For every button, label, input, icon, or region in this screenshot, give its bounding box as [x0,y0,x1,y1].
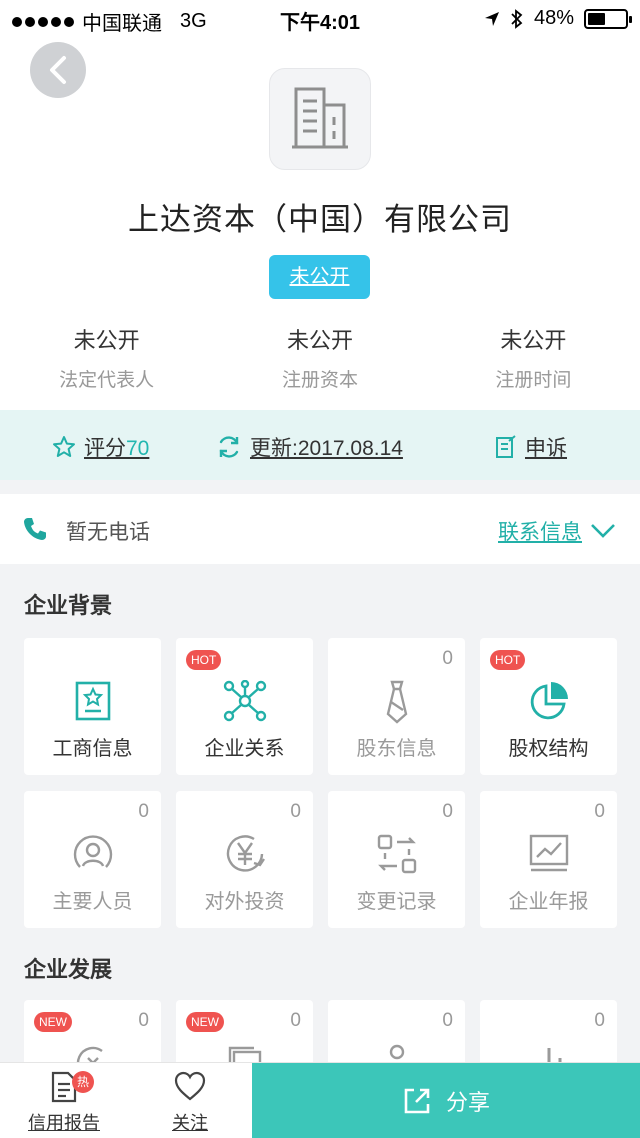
background-grid: 工商信息 HOT 企业关系 0 股东信息 HOT 股权结构 0 主要人员 0 对… [24,638,618,928]
tile-count: 0 [138,801,149,822]
tile-enterprise-relations[interactable]: HOT 企业关系 [176,638,313,775]
stat-label: 注册资本 [281,370,358,391]
tile-label: 工商信息 [52,738,133,760]
follow-button[interactable]: 关注 [150,1071,230,1135]
location-arrow-icon [484,11,499,26]
appeal-label: 申诉 [525,437,567,460]
back-button[interactable] [30,42,86,98]
score-value: 70 [126,437,150,460]
share-icon [404,1088,430,1114]
company-header: 上达资本（中国）有限公司 未公开 未公开 法定代表人 未公开 注册资本 未公开 … [0,36,640,410]
tile-label: 企业关系 [204,738,285,760]
heart-icon [174,1071,206,1101]
chevron-down-icon [591,524,615,538]
tile-count: 0 [594,801,605,822]
stat-value: 未公开 [286,328,353,353]
tile-shareholder-info[interactable]: 0 股东信息 [328,638,465,775]
stat-reg-time: 未公开 注册时间 [427,323,640,392]
edit-note-icon [496,435,516,458]
tile-key-personnel[interactable]: 0 主要人员 [24,791,161,928]
bluetooth-icon [511,8,523,29]
tile-label: 企业年报 [508,891,589,913]
stat-reg-capital: 未公开 注册资本 [213,323,426,392]
credit-report-button[interactable]: 热 信用报告 [20,1071,108,1135]
hot-badge: HOT [186,650,222,670]
tile-label: 主要人员 [52,891,133,913]
tile-change-records[interactable]: 0 变更记录 [328,791,465,928]
tile-count: 0 [290,1010,301,1031]
tile-label: 股东信息 [356,738,437,760]
section-title-background: 企业背景 [24,593,113,618]
new-badge: NEW [34,1012,72,1032]
status-tag[interactable]: 未公开 [269,255,370,299]
tile-label: 股权结构 [508,738,589,760]
tile-count: 0 [138,1010,149,1031]
hot-badge: HOT [490,650,526,670]
swap-icon [377,834,416,874]
battery-percent: 48% [533,7,574,29]
tile-count: 0 [594,1010,605,1031]
credit-report-label: 信用报告 [28,1113,100,1133]
score-button[interactable]: 评分70 [52,432,149,462]
follow-label: 关注 [172,1113,208,1133]
badge-icon [75,681,110,721]
tile-count: 0 [442,648,453,669]
tile-business-info[interactable]: 工商信息 [24,638,161,775]
share-button[interactable]: 分享 [252,1063,640,1138]
pie-chart-icon [530,682,568,720]
contact-info-button[interactable]: 联系信息 [498,516,616,546]
action-bar: 评分70 更新:2017.08.14 申诉 [0,410,640,480]
new-badge: NEW [186,1012,224,1032]
appeal-button[interactable]: 申诉 [495,432,567,462]
contact-info-label: 联系信息 [498,521,582,544]
phone-text: 暂无电话 [66,521,150,544]
yen-icon [226,835,265,872]
tile-label: 变更记录 [356,891,437,913]
share-label: 分享 [445,1090,490,1115]
bottom-bar: 热 信用报告 关注 分享 [0,1062,640,1138]
battery-icon [584,8,632,29]
network-icon [223,680,266,722]
tile-annual-report[interactable]: 0 企业年报 [480,791,617,928]
phone-icon [24,518,46,540]
refresh-icon [219,436,239,458]
line-chart-icon [529,834,568,872]
tie-icon [386,680,407,724]
tile-count: 0 [290,801,301,822]
hot-badge: 热 [72,1071,94,1093]
tile-outbound-investment[interactable]: 0 对外投资 [176,791,313,928]
status-bar: 中国联通 3G 下午4:01 48% [0,0,640,36]
chevron-left-icon [50,56,66,84]
person-icon [73,835,112,868]
tile-equity-structure[interactable]: HOT 股权结构 [480,638,617,775]
star-icon [53,436,75,457]
tile-count: 0 [442,1010,453,1031]
phone-row: 暂无电话 联系信息 [0,494,640,564]
company-logo [269,68,371,170]
tile-count: 0 [442,801,453,822]
section-title-development: 企业发展 [24,957,113,982]
update-button[interactable]: 更新:2017.08.14 [216,432,403,462]
score-label: 评分 [84,437,126,460]
stat-legal-rep: 未公开 法定代表人 [0,323,213,392]
tile-label: 对外投资 [204,891,285,913]
stat-label: 法定代表人 [59,370,155,391]
stat-label: 注册时间 [495,370,572,391]
stat-value: 未公开 [73,328,140,353]
company-stats: 未公开 法定代表人 未公开 注册资本 未公开 注册时间 [0,323,640,392]
stat-value: 未公开 [500,328,567,353]
update-label: 更新:2017.08.14 [250,437,403,460]
building-icon [292,87,348,149]
company-name: 上达资本（中国）有限公司 [128,202,512,237]
